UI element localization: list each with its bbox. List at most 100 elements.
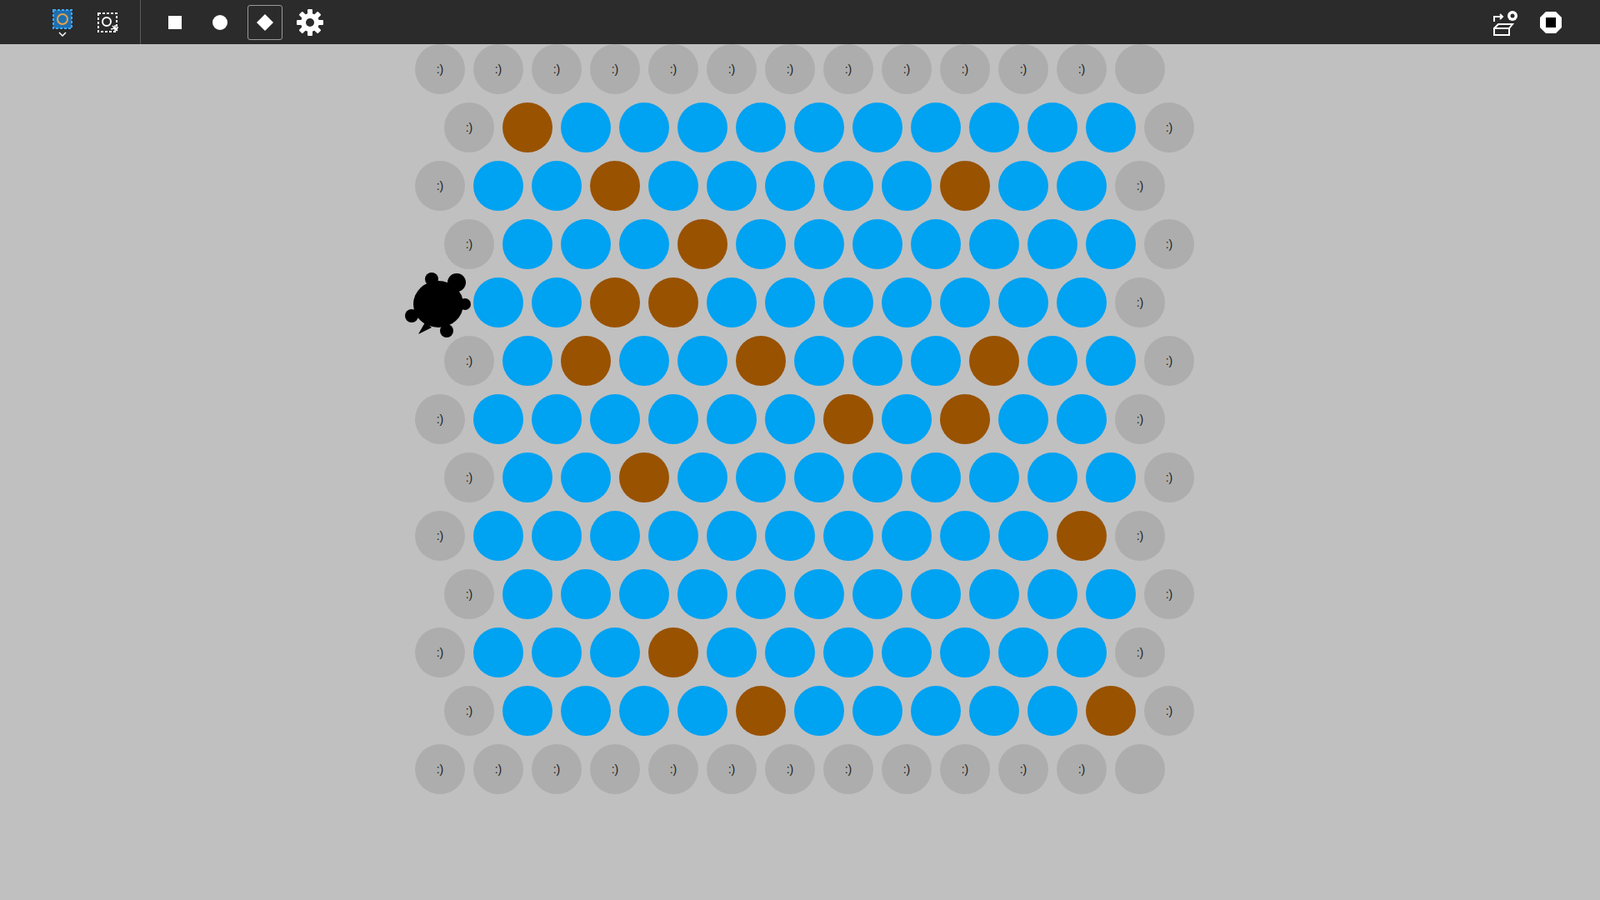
patch-cell[interactable] bbox=[794, 685, 845, 736]
patch-cell[interactable] bbox=[706, 160, 757, 211]
patch-cell[interactable] bbox=[998, 394, 1049, 445]
border-cell[interactable]: :) bbox=[823, 44, 874, 95]
patch-cell[interactable] bbox=[1056, 394, 1107, 445]
patch-cell[interactable] bbox=[590, 627, 640, 678]
patch-cell[interactable] bbox=[735, 335, 786, 386]
patch-cell[interactable] bbox=[910, 219, 961, 270]
patch-cell[interactable] bbox=[910, 452, 961, 503]
border-cell[interactable]: :) bbox=[823, 744, 874, 795]
patch-cell[interactable] bbox=[502, 569, 553, 620]
patch-cell[interactable] bbox=[502, 219, 553, 270]
patch-cell[interactable] bbox=[823, 627, 874, 678]
patch-cell[interactable] bbox=[1085, 569, 1136, 620]
border-cell[interactable]: :) bbox=[444, 685, 495, 736]
border-cell[interactable]: :) bbox=[1115, 160, 1165, 211]
border-cell[interactable]: :) bbox=[765, 744, 815, 795]
patch-cell[interactable] bbox=[502, 102, 553, 153]
turtle[interactable] bbox=[415, 277, 465, 328]
border-cell[interactable]: :) bbox=[998, 44, 1049, 95]
patch-cell[interactable] bbox=[881, 394, 932, 445]
patch-cell[interactable] bbox=[794, 335, 845, 386]
patch-cell[interactable] bbox=[619, 452, 670, 503]
border-cell[interactable]: :) bbox=[1056, 744, 1107, 795]
patch-cell[interactable] bbox=[823, 160, 874, 211]
patch-cell[interactable] bbox=[648, 394, 699, 445]
border-cell[interactable]: :) bbox=[648, 44, 699, 95]
patch-cell[interactable] bbox=[969, 685, 1020, 736]
border-cell[interactable]: :) bbox=[940, 744, 990, 795]
patch-cell[interactable] bbox=[1085, 219, 1136, 270]
patch-cell[interactable] bbox=[590, 510, 640, 561]
stop-button[interactable] bbox=[1533, 5, 1569, 40]
patch-cell[interactable] bbox=[852, 335, 903, 386]
patch-cell[interactable] bbox=[1027, 685, 1078, 736]
patch-cell[interactable] bbox=[590, 394, 640, 445]
patch-cell[interactable] bbox=[619, 335, 670, 386]
border-cell[interactable]: :) bbox=[881, 44, 932, 95]
patch-cell[interactable] bbox=[940, 394, 990, 445]
border-cell[interactable]: :) bbox=[706, 744, 757, 795]
patch-cell[interactable] bbox=[1085, 102, 1136, 153]
snapshot-button[interactable] bbox=[90, 5, 125, 40]
patch-cell[interactable] bbox=[881, 160, 932, 211]
patch-cell[interactable] bbox=[648, 510, 699, 561]
patch-cell[interactable] bbox=[910, 685, 961, 736]
patch-cell[interactable] bbox=[1027, 335, 1078, 386]
patch-cell[interactable] bbox=[531, 510, 582, 561]
patch-cell[interactable] bbox=[765, 510, 815, 561]
border-cell[interactable]: :) bbox=[881, 744, 932, 795]
empty-cell[interactable] bbox=[1115, 44, 1165, 95]
patch-cell[interactable] bbox=[648, 277, 699, 328]
patch-cell[interactable] bbox=[940, 510, 990, 561]
patch-cell[interactable] bbox=[1085, 335, 1136, 386]
patch-cell[interactable] bbox=[881, 627, 932, 678]
patch-cell[interactable] bbox=[502, 452, 553, 503]
patch-cell[interactable] bbox=[765, 160, 815, 211]
patch-cell[interactable] bbox=[881, 277, 932, 328]
patch-cell[interactable] bbox=[677, 335, 728, 386]
patch-cell[interactable] bbox=[765, 277, 815, 328]
patch-cell[interactable] bbox=[590, 277, 640, 328]
patch-cell[interactable] bbox=[677, 452, 728, 503]
border-cell[interactable]: :) bbox=[1115, 277, 1165, 328]
border-cell[interactable]: :) bbox=[1115, 510, 1165, 561]
patch-cell[interactable] bbox=[735, 569, 786, 620]
patch-cell[interactable] bbox=[560, 102, 611, 153]
border-cell[interactable]: :) bbox=[444, 335, 495, 386]
border-cell[interactable]: :) bbox=[444, 569, 495, 620]
border-cell[interactable]: :) bbox=[590, 744, 640, 795]
patch-cell[interactable] bbox=[560, 569, 611, 620]
border-cell[interactable]: :) bbox=[998, 744, 1049, 795]
world-button[interactable] bbox=[45, 5, 80, 40]
border-cell[interactable]: :) bbox=[415, 394, 465, 445]
patch-cell[interactable] bbox=[823, 394, 874, 445]
patch-cell[interactable] bbox=[852, 102, 903, 153]
patch-cell[interactable] bbox=[940, 627, 990, 678]
patch-cell[interactable] bbox=[1056, 160, 1107, 211]
patch-cell[interactable] bbox=[998, 277, 1049, 328]
border-cell[interactable]: :) bbox=[415, 627, 465, 678]
patch-cell[interactable] bbox=[735, 452, 786, 503]
patch-cell[interactable] bbox=[1027, 102, 1078, 153]
patch-cell[interactable] bbox=[473, 394, 524, 445]
border-cell[interactable]: :) bbox=[415, 44, 465, 95]
patch-cell[interactable] bbox=[1027, 569, 1078, 620]
patch-cell[interactable] bbox=[998, 510, 1049, 561]
patch-cell[interactable] bbox=[881, 510, 932, 561]
export-button[interactable] bbox=[1488, 5, 1524, 40]
patch-cell[interactable] bbox=[677, 219, 728, 270]
patch-cell[interactable] bbox=[794, 452, 845, 503]
patch-cell[interactable] bbox=[677, 102, 728, 153]
patch-cell[interactable] bbox=[1085, 452, 1136, 503]
diamond-button[interactable] bbox=[247, 5, 283, 40]
patch-cell[interactable] bbox=[910, 335, 961, 386]
patch-cell[interactable] bbox=[677, 685, 728, 736]
patch-cell[interactable] bbox=[619, 102, 670, 153]
patch-cell[interactable] bbox=[852, 219, 903, 270]
border-cell[interactable]: :) bbox=[444, 102, 495, 153]
border-cell[interactable]: :) bbox=[415, 744, 465, 795]
patch-cell[interactable] bbox=[706, 277, 757, 328]
patch-cell[interactable] bbox=[560, 452, 611, 503]
patch-cell[interactable] bbox=[998, 627, 1049, 678]
patch-cell[interactable] bbox=[910, 102, 961, 153]
